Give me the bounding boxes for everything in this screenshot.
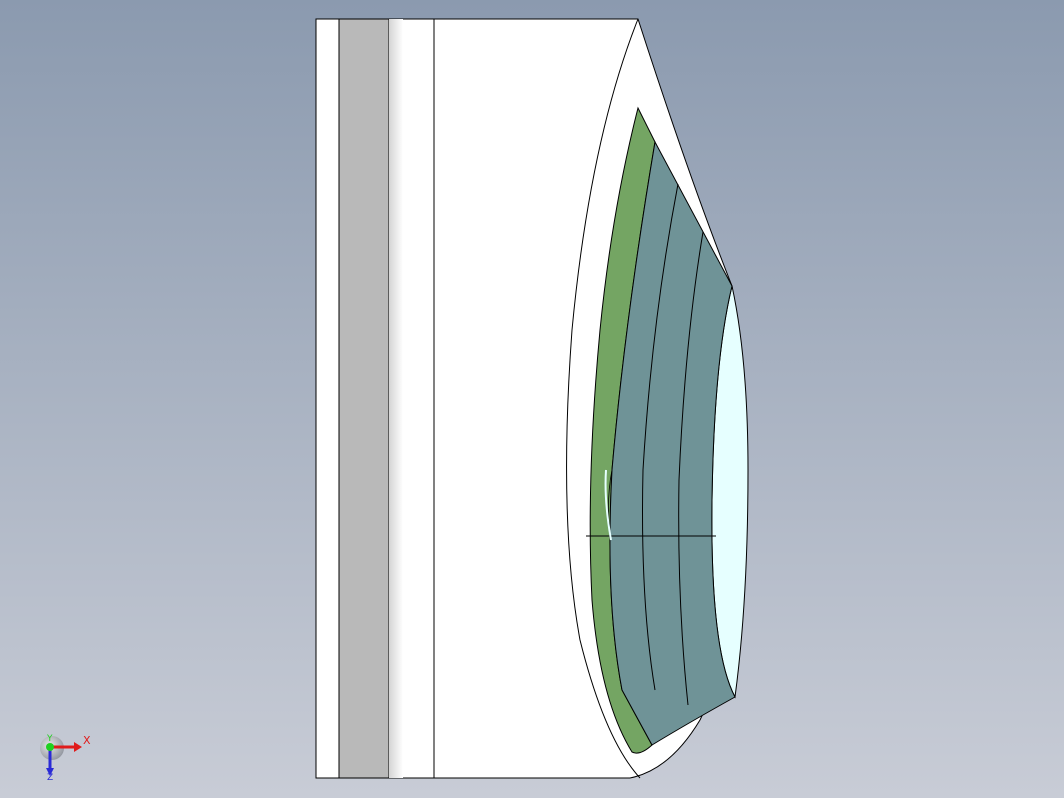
groove-shading bbox=[389, 19, 403, 778]
graphics-viewport[interactable]: X Y Z bbox=[0, 0, 1064, 798]
y-axis-label: Y bbox=[47, 734, 53, 744]
z-axis-label: Z bbox=[47, 773, 54, 783]
model-view[interactable] bbox=[0, 0, 1064, 798]
x-arrow-head bbox=[74, 742, 82, 752]
groove-band[interactable] bbox=[338, 18, 390, 779]
axis-triad[interactable]: X Y Z bbox=[36, 730, 100, 786]
x-axis-label: X bbox=[83, 734, 91, 747]
